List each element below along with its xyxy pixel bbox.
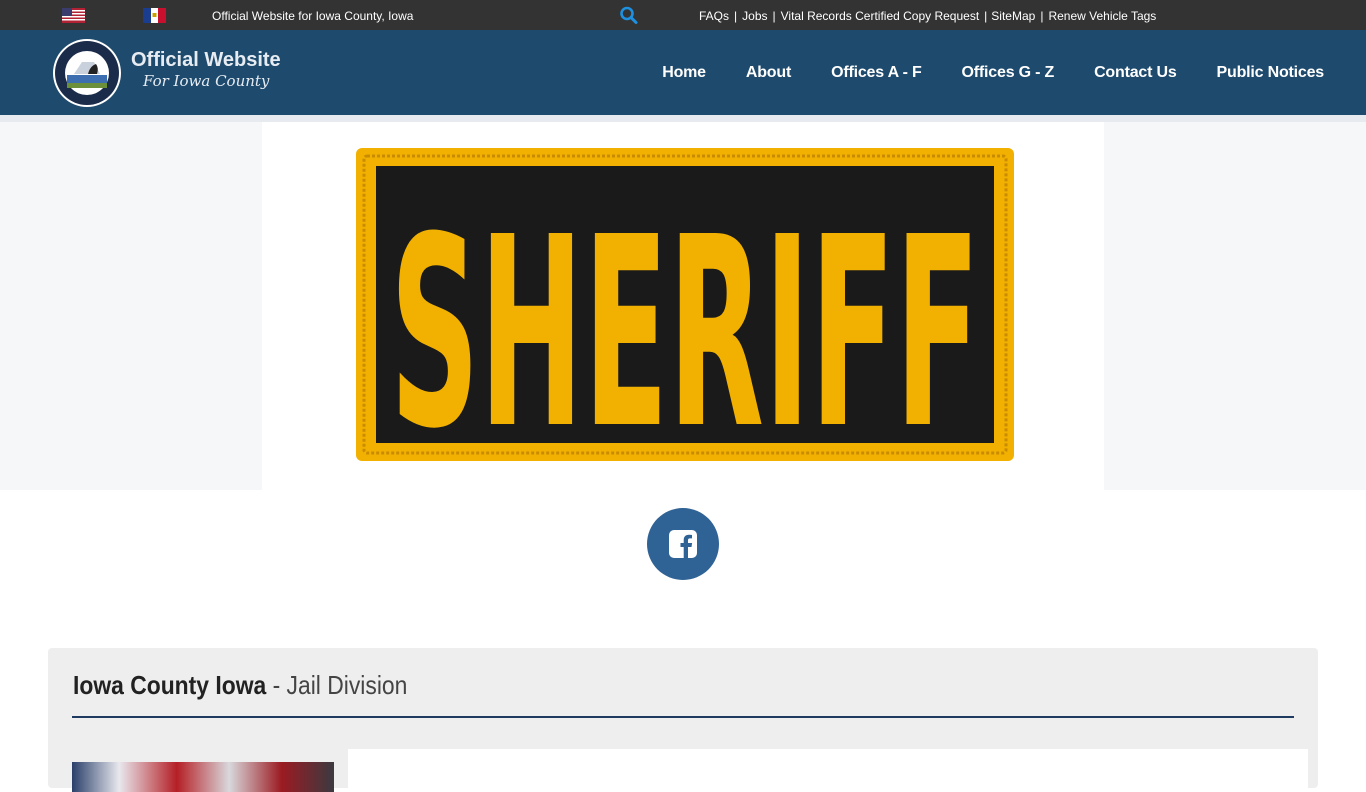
faqs-link[interactable]: FAQs xyxy=(699,9,729,23)
content-card: Iowa County Iowa - Jail Division xyxy=(48,648,1318,792)
nav-offices-a-f[interactable]: Offices A - F xyxy=(831,64,922,82)
hero-banner: SHERIFF xyxy=(0,122,1366,490)
top-bar: Official Website for Iowa County, Iowa F… xyxy=(0,0,1366,30)
site-header: Official Website For Iowa County Home Ab… xyxy=(0,30,1366,115)
sheriff-patch-image: SHERIFF xyxy=(356,148,1014,467)
nav-offices-g-z[interactable]: Offices G - Z xyxy=(962,64,1055,82)
link-separator: | xyxy=(984,9,988,23)
sitemap-link[interactable]: SiteMap xyxy=(991,9,1035,23)
link-separator: | xyxy=(734,9,738,23)
page-title-division: - Jail Division xyxy=(266,670,408,700)
nav-home[interactable]: Home xyxy=(662,64,706,82)
us-flag-icon xyxy=(62,8,85,23)
facebook-button[interactable] xyxy=(647,508,719,580)
facebook-icon xyxy=(669,530,697,558)
link-separator: | xyxy=(1040,9,1044,23)
header-divider xyxy=(0,115,1366,122)
renew-vehicle-tags-link[interactable]: Renew Vehicle Tags xyxy=(1048,9,1156,23)
jobs-link[interactable]: Jobs xyxy=(742,9,767,23)
utility-links: FAQs | Jobs | Vital Records Certified Copy R… xyxy=(699,9,1156,23)
search-icon[interactable] xyxy=(619,6,639,24)
iowa-flag-icon xyxy=(143,8,166,23)
brand-subtitle[interactable]: For Iowa County xyxy=(143,72,269,90)
nav-contact-us[interactable]: Contact Us xyxy=(1094,64,1177,82)
brand-title[interactable]: Official Website xyxy=(131,49,281,72)
nav-public-notices[interactable]: Public Notices xyxy=(1217,64,1325,82)
flag-photo-image xyxy=(72,762,334,792)
nav-about[interactable]: About xyxy=(746,64,791,82)
page-title: Iowa County Iowa - Jail Division xyxy=(73,670,407,701)
county-seal-logo[interactable] xyxy=(52,38,122,108)
patch-text: SHERIFF xyxy=(390,181,980,467)
link-separator: | xyxy=(772,9,776,23)
hero-image-frame: SHERIFF xyxy=(262,122,1104,490)
page-title-county: Iowa County Iowa xyxy=(73,670,267,700)
title-divider xyxy=(72,716,1294,718)
content-panel xyxy=(348,749,1308,789)
vital-records-link[interactable]: Vital Records Certified Copy Request xyxy=(781,9,980,23)
main-nav: Home About Offices A - F Offices G - Z C… xyxy=(662,30,1324,115)
site-tagline: Official Website for Iowa County, Iowa xyxy=(212,9,414,23)
